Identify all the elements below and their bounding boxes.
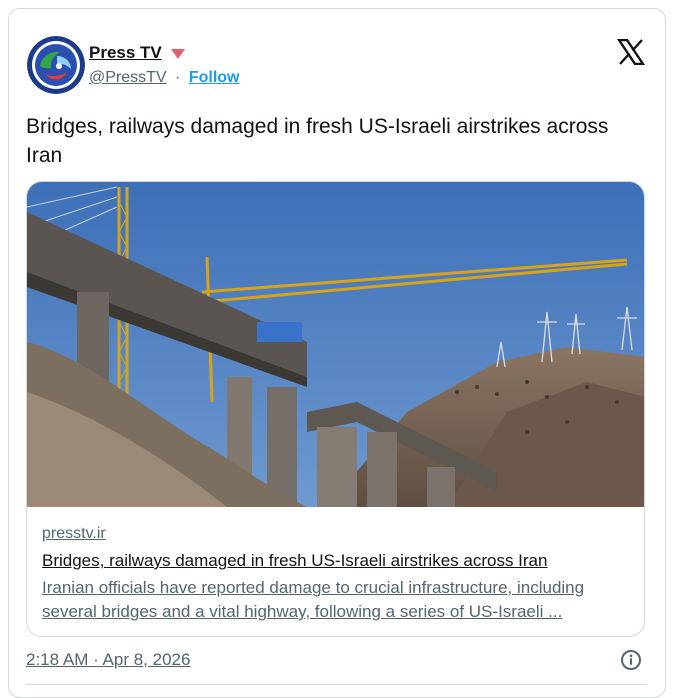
follow-button[interactable]: Follow bbox=[189, 69, 240, 86]
author-name-row: Press TV bbox=[89, 43, 185, 63]
author-handle-row: @PressTV · Follow bbox=[89, 69, 239, 87]
post-timestamp[interactable]: 2:18 AM · Apr 8, 2026 bbox=[26, 650, 190, 670]
info-icon[interactable] bbox=[620, 649, 642, 671]
divider bbox=[26, 684, 647, 685]
post-text: Bridges, railways damaged in fresh US-Is… bbox=[26, 115, 609, 167]
embedded-post-card: Press TV @PressTV · Follow Bridges, rail… bbox=[8, 8, 666, 698]
x-logo-icon[interactable] bbox=[617, 39, 645, 65]
link-title[interactable]: Bridges, railways damaged in fresh US-Is… bbox=[42, 551, 547, 571]
link-domain[interactable]: presstv.ir bbox=[42, 525, 106, 543]
affiliation-badge-icon bbox=[170, 49, 185, 59]
link-preview-card[interactable]: presstv.ir Bridges, railways damaged in … bbox=[26, 181, 645, 637]
author-handle[interactable]: @PressTV bbox=[89, 69, 167, 86]
avatar[interactable] bbox=[27, 36, 85, 94]
author-name[interactable]: Press TV bbox=[89, 43, 162, 63]
separator-dot: · bbox=[175, 69, 181, 86]
article-photo[interactable] bbox=[27, 182, 645, 507]
link-description[interactable]: Iranian officials have reported damage t… bbox=[42, 576, 632, 624]
